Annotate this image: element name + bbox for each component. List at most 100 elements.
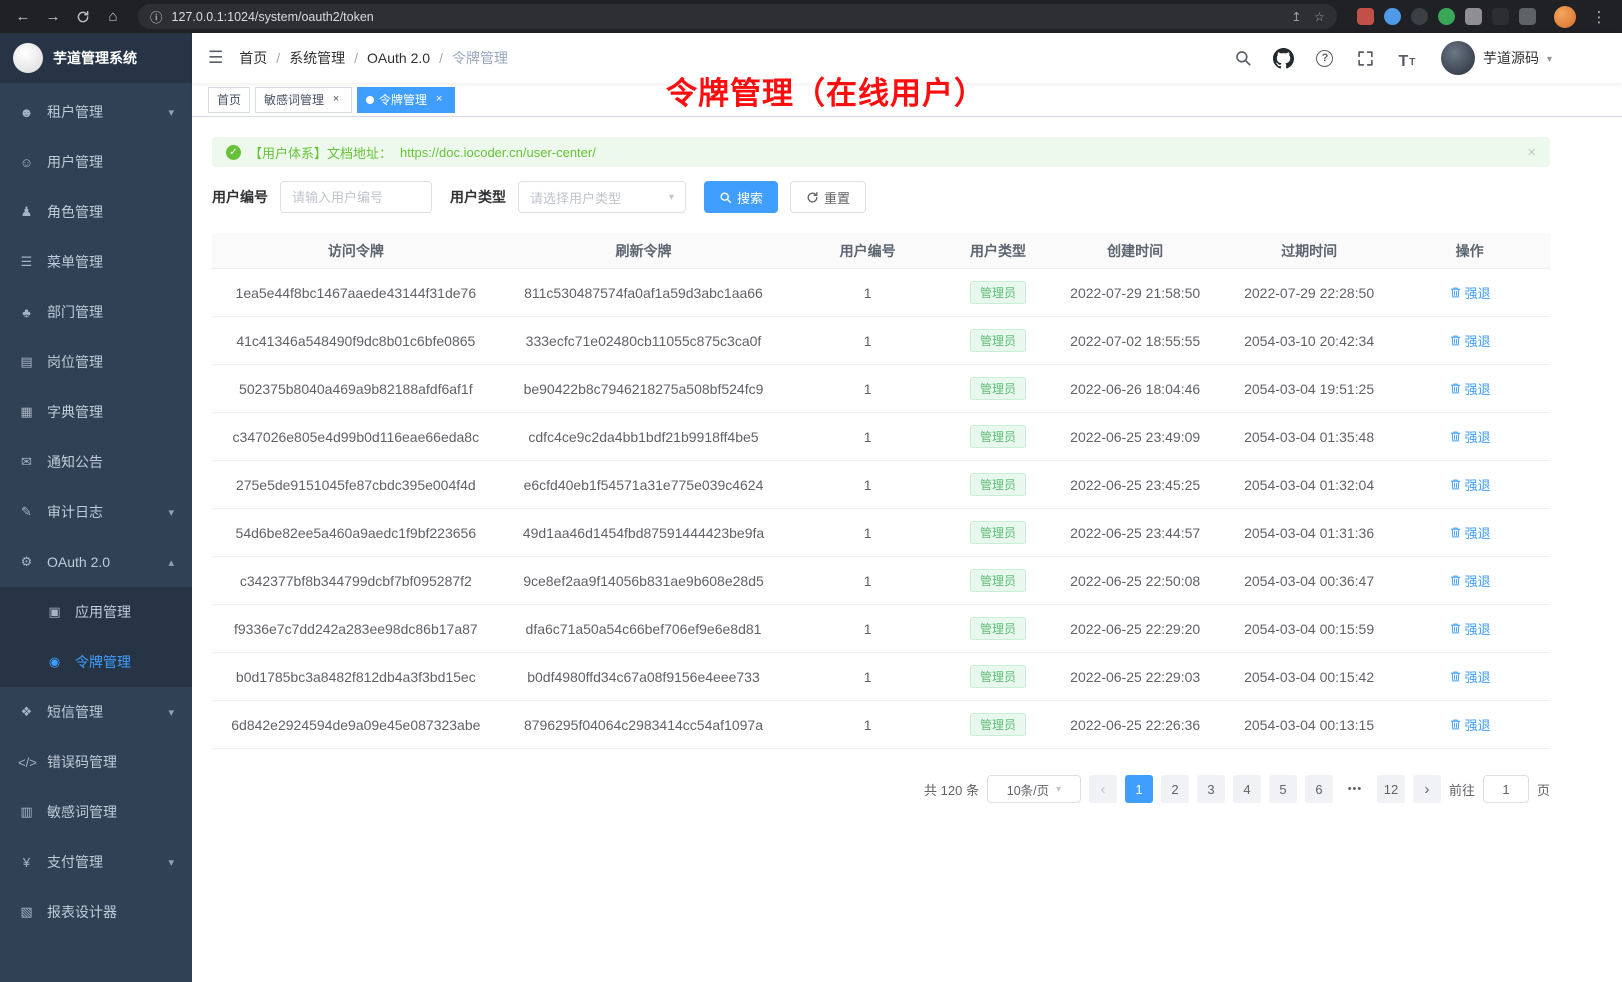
breadcrumb-item[interactable]: OAuth 2.0: [367, 50, 452, 66]
breadcrumb-item[interactable]: 首页: [239, 48, 289, 68]
chevron-icon: ▾: [168, 506, 174, 519]
tab[interactable]: 敏感词管理 ×: [255, 87, 352, 113]
page-button[interactable]: 4: [1233, 775, 1261, 803]
search-button[interactable]: 搜索: [704, 181, 778, 213]
github-icon[interactable]: [1271, 45, 1297, 71]
breadcrumb-item[interactable]: 系统管理: [289, 48, 367, 68]
delete-icon: [1449, 526, 1462, 539]
sidebar-item[interactable]: ✎ 审计日志 ▾: [0, 487, 192, 537]
cell-actions: 强退: [1396, 523, 1543, 542]
force-logout-button[interactable]: 强退: [1449, 379, 1491, 398]
next-page-button[interactable]: ›: [1413, 775, 1441, 803]
font-size-icon[interactable]: TT: [1394, 45, 1420, 71]
cell-user-id: 1: [787, 429, 948, 445]
sidebar-item[interactable]: ▥ 敏感词管理: [0, 787, 192, 837]
extension-icon[interactable]: [1492, 8, 1509, 25]
page-button[interactable]: 1: [1125, 775, 1153, 803]
force-logout-button[interactable]: 强退: [1449, 715, 1491, 734]
browser-forward-icon[interactable]: →: [40, 4, 66, 30]
force-logout-button[interactable]: 强退: [1449, 571, 1491, 590]
page-size-select[interactable]: 10条/页 ▾: [987, 775, 1081, 803]
extension-icon[interactable]: [1384, 8, 1401, 25]
doc-alert: ✓ 【用户体系】文档地址： https://doc.iocoder.cn/use…: [212, 137, 1550, 167]
force-logout-button[interactable]: 强退: [1449, 667, 1491, 686]
sidebar-item-label: 敏感词管理: [47, 802, 117, 822]
table-row: c342377bf8b344799dcbf7bf095287f2 9ce8ef2…: [212, 557, 1550, 605]
extension-icon[interactable]: [1438, 8, 1455, 25]
breadcrumb-item[interactable]: 令牌管理: [452, 48, 508, 68]
force-logout-button[interactable]: 强退: [1449, 427, 1491, 446]
sidebar-item[interactable]: ♣ 部门管理: [0, 287, 192, 337]
sidebar-item[interactable]: </> 错误码管理: [0, 737, 192, 787]
search-icon[interactable]: [1230, 45, 1256, 71]
sidebar-item[interactable]: ▤ 岗位管理: [0, 337, 192, 387]
extension-icon[interactable]: [1519, 8, 1536, 25]
hamburger-icon[interactable]: ☰: [208, 48, 223, 68]
payment-icon: ¥: [18, 855, 35, 870]
sidebar-item[interactable]: ♟ 角色管理: [0, 187, 192, 237]
cell-create-time: 2022-06-25 23:45:25: [1048, 477, 1222, 493]
sidebar-item[interactable]: ☰ 菜单管理: [0, 237, 192, 287]
alert-close-icon[interactable]: ×: [1527, 144, 1536, 161]
user-menu[interactable]: 芋道源码 ▾: [1441, 41, 1552, 75]
delete-icon: [1449, 430, 1462, 443]
table-row: b0d1785bc3a8482f812db4a3f3bd15ec b0df498…: [212, 653, 1550, 701]
user-type-select[interactable]: 请选择用户类型 ▾: [518, 181, 686, 213]
prev-page-button[interactable]: ‹: [1089, 775, 1117, 803]
total-count: 共 120 条: [924, 780, 979, 799]
browser-profile-avatar[interactable]: [1554, 6, 1576, 28]
force-logout-button[interactable]: 强退: [1449, 475, 1491, 494]
user-type-badge: 管理员: [970, 473, 1026, 496]
sidebar-item[interactable]: ⚙ OAuth 2.0 ▴: [0, 537, 192, 587]
table-row: 1ea5e44f8bc1467aaede43144f31de76 811c530…: [212, 269, 1550, 317]
force-logout-button[interactable]: 强退: [1449, 619, 1491, 638]
tab-close-icon[interactable]: ×: [432, 93, 446, 107]
sidebar-item-label: 应用管理: [75, 602, 131, 622]
cell-access-token: f9336e7c7dd242a283ee98dc86b17a87: [212, 621, 500, 637]
extension-icon[interactable]: [1465, 8, 1482, 25]
help-icon[interactable]: ?: [1312, 45, 1338, 71]
page-button[interactable]: 12: [1377, 775, 1405, 803]
user-type-placeholder: 请选择用户类型: [530, 188, 621, 207]
doc-link[interactable]: https://doc.iocoder.cn/user-center/: [400, 145, 596, 160]
sidebar-item[interactable]: ❖ 短信管理 ▾: [0, 687, 192, 737]
app-logo[interactable]: 芋道管理系统: [0, 33, 192, 83]
site-info-icon[interactable]: ⓘ: [150, 7, 163, 26]
page-button[interactable]: •••: [1341, 775, 1369, 803]
tab[interactable]: 首页 ×: [208, 87, 250, 113]
cell-actions: 强退: [1396, 379, 1543, 398]
force-logout-button[interactable]: 强退: [1449, 283, 1491, 302]
address-bar[interactable]: ⓘ 127.0.0.1:1024/system/oauth2/token ↥ ☆: [138, 4, 1337, 29]
extension-icon[interactable]: [1411, 8, 1428, 25]
sidebar-item[interactable]: ▦ 字典管理: [0, 387, 192, 437]
page-button[interactable]: 5: [1269, 775, 1297, 803]
sidebar-item[interactable]: ▣ 应用管理: [0, 587, 192, 637]
sidebar-item[interactable]: ▧ 报表设计器: [0, 887, 192, 937]
goto-page-input[interactable]: [1483, 775, 1529, 803]
bookmark-star-icon[interactable]: ☆: [1314, 9, 1325, 24]
app-root: 芋道管理系统 ☻ 租户管理 ▾ ☺ 用户管理 ♟ 角色管理: [0, 33, 1622, 982]
reset-button[interactable]: 重置: [790, 181, 866, 213]
user-id-input[interactable]: [280, 181, 432, 213]
share-icon[interactable]: ↥: [1291, 9, 1301, 24]
tab-close-icon[interactable]: ×: [329, 93, 343, 107]
cell-refresh-token: 8796295f04064c2983414cc54af1097a: [500, 717, 788, 733]
sidebar-item[interactable]: ✉ 通知公告: [0, 437, 192, 487]
force-logout-button[interactable]: 强退: [1449, 331, 1491, 350]
cell-access-token: 54d6be82ee5a460a9aedc1f9bf223656: [212, 525, 500, 541]
browser-reload-icon[interactable]: [70, 4, 96, 30]
sidebar-item[interactable]: ☺ 用户管理: [0, 137, 192, 187]
page-button[interactable]: 6: [1305, 775, 1333, 803]
extension-icon[interactable]: [1357, 8, 1374, 25]
page-button[interactable]: 2: [1161, 775, 1189, 803]
sidebar-item[interactable]: ◉ 令牌管理: [0, 637, 192, 687]
browser-home-icon[interactable]: ⌂: [100, 4, 126, 30]
force-logout-button[interactable]: 强退: [1449, 523, 1491, 542]
sidebar-item[interactable]: ¥ 支付管理 ▾: [0, 837, 192, 887]
tab[interactable]: 令牌管理 ×: [357, 87, 455, 113]
fullscreen-icon[interactable]: [1353, 45, 1379, 71]
page-button[interactable]: 3: [1197, 775, 1225, 803]
browser-menu-icon[interactable]: ⋮: [1586, 4, 1612, 30]
sidebar-item[interactable]: ☻ 租户管理 ▾: [0, 87, 192, 137]
browser-back-icon[interactable]: ←: [10, 4, 36, 30]
